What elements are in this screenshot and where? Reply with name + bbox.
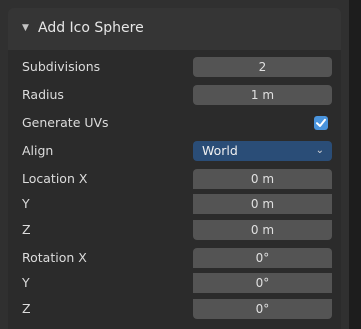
generate-uvs-checkbox[interactable] [314,116,328,130]
panel-header[interactable]: ▼ Add Ico Sphere [8,8,341,50]
subdivisions-field[interactable]: 2 [193,57,332,77]
rotation-y-label: Y [22,275,30,290]
location-x-field[interactable]: 0 m [193,169,332,189]
chevron-down-icon: ⌄ [315,145,324,156]
align-dropdown[interactable]: World ⌄ [193,141,332,161]
rotation-x-field[interactable]: 0° [193,248,332,268]
panel-title: Add Ico Sphere [38,20,144,36]
location-x-label: Location X [22,171,88,186]
rotation-z-label: Z [22,301,31,316]
redo-panel: ▼ Add Ico Sphere Subdivisions 2 Radius 1… [0,0,361,329]
rotation-x-label: Rotation X [22,250,87,265]
generate-uvs-label: Generate UVs [22,115,109,130]
checkmark-icon [316,118,326,127]
radius-label: Radius [22,87,64,102]
location-z-label: Z [22,222,31,237]
rotation-y-field[interactable]: 0° [193,273,332,293]
rotation-z-field[interactable]: 0° [193,299,332,319]
subdivisions-label: Subdivisions [22,59,101,74]
align-dropdown-value: World [202,143,238,158]
collapse-triangle-icon[interactable]: ▼ [22,24,29,33]
location-y-label: Y [22,196,30,211]
radius-field[interactable]: 1 m [193,85,332,105]
location-y-field[interactable]: 0 m [193,194,332,214]
location-z-field[interactable]: 0 m [193,220,332,240]
align-label: Align [22,143,54,158]
